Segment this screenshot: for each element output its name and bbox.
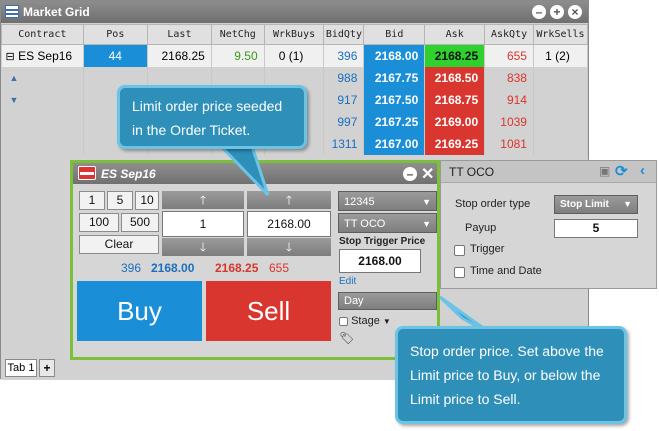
stop-price-callout: Stop order price. Set above the Limit pr… (395, 326, 627, 424)
limit-price-callout: Limit order price seeded in the Order Ti… (117, 85, 307, 149)
